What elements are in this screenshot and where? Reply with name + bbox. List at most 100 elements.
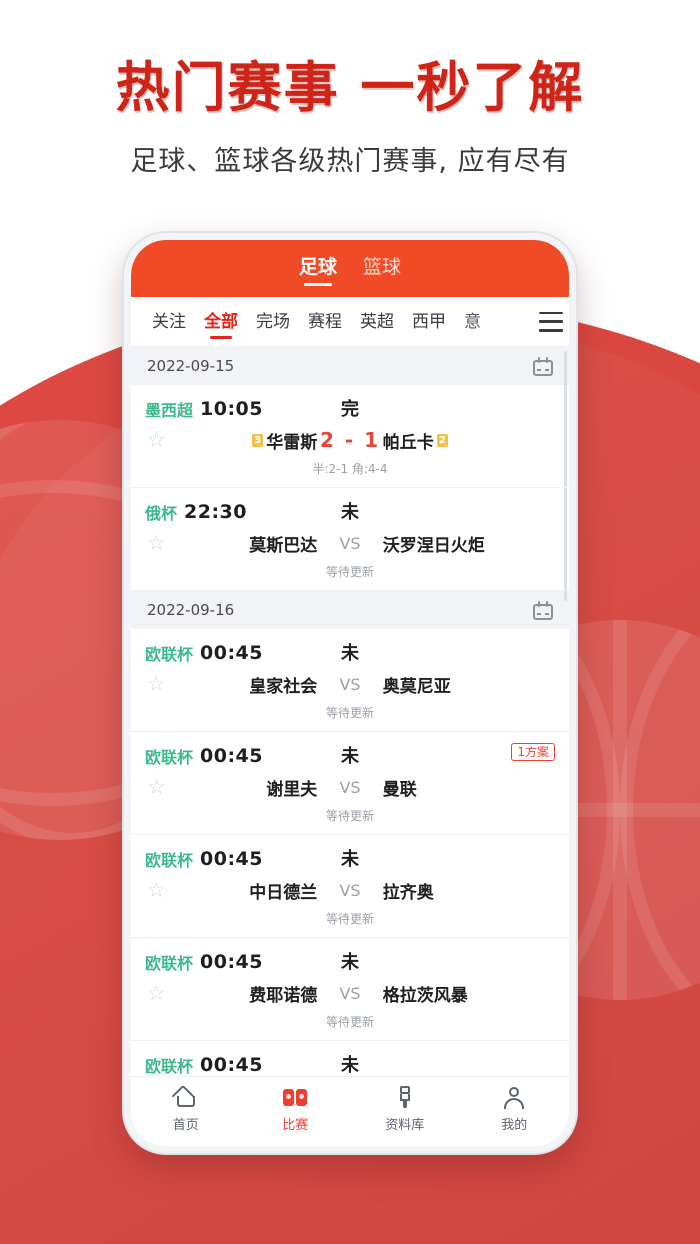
match-row[interactable]: 欧联杯 00:45 未 ☆ 中日德兰 VS 拉齐奥 等待更新 [131,835,569,938]
favorite-star-icon[interactable]: ☆ [147,673,169,695]
nav-item-matches[interactable]: 比赛 [241,1084,351,1133]
match-status: 未 [341,952,359,973]
filter-tab-serie-a[interactable]: 意 [455,299,490,345]
home-team: 谢里夫 [266,775,317,800]
home-team-name: 费耶诺德 [249,985,318,1006]
match-status: 未 [341,849,359,870]
match-detail: 等待更新 [325,565,374,579]
away-team: 拉齐奥 [383,878,434,903]
promo-headline: 热门赛事 一秒了解 [115,56,585,119]
promo-subheadline: 足球、篮球各级热门赛事, 应有尽有 [130,146,570,178]
away-team-name: 帕丘卡 [382,432,434,453]
sport-tab-bar: 足球 篮球 [131,240,569,297]
match-score: 2 - 1 [319,428,381,452]
match-row[interactable]: 欧联杯 00:45 未 ☆ 费耶诺德 VS 格拉茨风暴 等待更新 [131,938,569,1041]
date-label: 2022-09-15 [147,357,235,375]
match-row[interactable]: 俄杯 22:30 未 ☆ 莫斯巴达 VS 沃罗涅日火炬 等待更新 [131,488,569,591]
match-score: VS [339,674,361,694]
match-detail: 半:2-1 角:4-4 [312,462,388,476]
filter-tab-schedule[interactable]: 赛程 [299,299,351,345]
nav-label-database: 资料库 [385,1118,425,1133]
home-team-name: 中日德兰 [249,882,318,903]
home-team: 3 华雷斯 [252,428,317,453]
match-row[interactable]: 欧联杯 00:45 未 ☆ 皇家社会 VS 奥莫尼亚 等待更新 [131,629,569,732]
filter-tab-follow[interactable]: 关注 [143,299,195,345]
away-team: 帕丘卡 2 [383,428,448,453]
filter-tab-finished[interactable]: 完场 [247,299,299,345]
nav-label-profile: 我的 [501,1118,528,1133]
tab-football[interactable]: 足球 [299,252,337,285]
match-status: 未 [341,746,359,767]
match-time: 10:05 [200,398,263,420]
match-status: 未 [341,643,359,664]
match-status: 未 [341,1055,359,1076]
phone-mockup: 足球 篮球 关注 全部 完场 赛程 英超 西甲 意 2022-09-15 墨西超… [124,233,576,1153]
date-header: 2022-09-15 [131,347,569,385]
tab-basketball[interactable]: 篮球 [363,252,401,285]
away-team-name: 沃罗涅日火炬 [382,535,485,556]
date-label: 2022-09-16 [147,601,235,619]
match-status: 未 [341,502,359,523]
favorite-star-icon[interactable]: ☆ [147,879,169,901]
home-team: 莫斯巴达 [249,531,317,556]
league-name: 欧联杯 [145,954,194,973]
favorite-star-icon[interactable]: ☆ [147,776,169,798]
date-header: 2022-09-16 [131,591,569,629]
match-time: 00:45 [200,951,263,973]
away-team-name: 曼联 [382,779,417,800]
nav-label-home: 首页 [172,1118,199,1133]
calendar-icon[interactable] [533,600,553,620]
hamburger-icon[interactable] [537,311,563,332]
away-team-name: 拉齐奥 [382,882,434,903]
league-name: 欧联杯 [145,1057,194,1076]
match-icon [282,1084,308,1110]
favorite-star-icon[interactable]: ☆ [147,532,169,554]
league-name: 俄杯 [145,504,178,523]
nav-item-database[interactable]: 资料库 [350,1084,460,1133]
away-team: 沃罗涅日火炬 [383,531,485,556]
favorite-star-icon[interactable]: ☆ [147,982,169,1004]
promo-header: 热门赛事 一秒了解 足球、篮球各级热门赛事, 应有尽有 [0,0,700,178]
filter-tab-all[interactable]: 全部 [195,299,247,345]
nav-item-home[interactable]: 首页 [131,1084,241,1133]
away-team-name: 奥莫尼亚 [382,676,451,697]
home-team-name: 谢里夫 [266,779,318,800]
away-team: 曼联 [383,775,417,800]
home-team: 皇家社会 [249,672,317,697]
filter-tab-la-liga[interactable]: 西甲 [403,299,455,345]
app-screen: 足球 篮球 关注 全部 完场 赛程 英超 西甲 意 2022-09-15 墨西超… [131,240,569,1146]
match-detail: 等待更新 [325,1015,374,1029]
away-team: 奥莫尼亚 [383,672,451,697]
league-name: 欧联杯 [145,851,194,870]
calendar-icon[interactable] [533,356,553,376]
home-team-name: 华雷斯 [266,432,318,453]
league-name: 欧联杯 [145,645,194,664]
database-icon [392,1084,418,1110]
match-list[interactable]: 2022-09-15 墨西超 10:05 完 ☆ 3 华雷斯 2 - 1 帕丘卡… [131,347,569,1076]
away-team-name: 格拉茨风暴 [382,985,468,1006]
filter-tab-premier-league[interactable]: 英超 [351,299,403,345]
match-row[interactable]: 墨西超 10:05 完 ☆ 3 华雷斯 2 - 1 帕丘卡 2 半:2-1 角:… [131,385,569,488]
match-row[interactable]: 欧联杯 00:45 未 1方案 ☆ 谢里夫 VS 曼联 等待更新 [131,732,569,835]
league-name: 欧联杯 [145,748,194,767]
match-row[interactable]: 欧联杯 00:45 未 [131,1041,569,1076]
match-time: 00:45 [200,1054,263,1076]
home-card-badge: 3 [252,433,264,447]
favorite-star-icon[interactable]: ☆ [147,429,169,451]
league-name: 墨西超 [145,401,194,420]
nav-item-profile[interactable]: 我的 [460,1084,570,1133]
match-detail: 等待更新 [325,809,374,823]
home-team-name: 莫斯巴达 [249,535,318,556]
match-time: 00:45 [200,848,263,870]
match-score: VS [339,777,361,797]
filter-tab-bar: 关注 全部 完场 赛程 英超 西甲 意 [131,297,569,347]
user-icon [501,1084,527,1110]
plan-badge[interactable]: 1方案 [511,743,555,762]
away-card-badge: 2 [436,433,448,447]
match-score: VS [339,533,361,553]
match-status: 完 [341,399,359,420]
home-team: 费耶诺德 [249,981,317,1006]
away-team: 格拉茨风暴 [383,981,468,1006]
home-team: 中日德兰 [249,878,317,903]
match-time: 22:30 [184,501,247,523]
